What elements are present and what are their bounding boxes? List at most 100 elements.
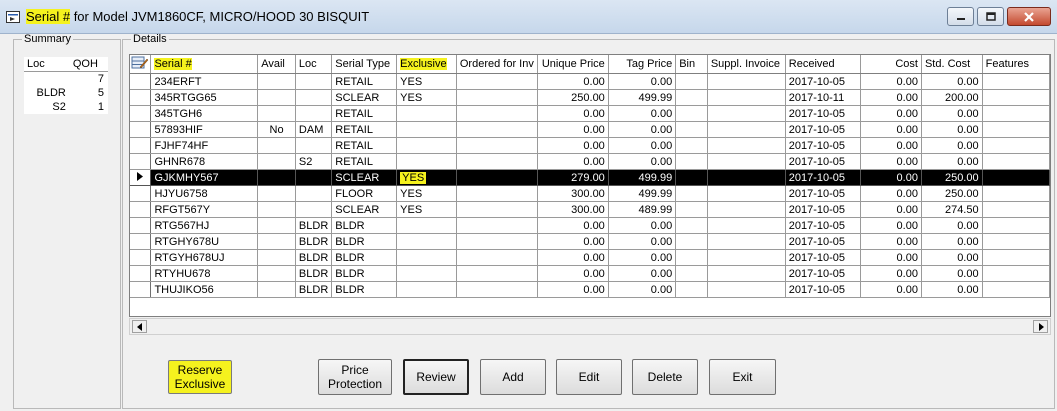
edit-grid-button[interactable] xyxy=(130,55,152,74)
row-selector[interactable] xyxy=(130,137,152,154)
col-received[interactable]: Received xyxy=(785,55,862,74)
col-bin[interactable]: Bin xyxy=(675,55,708,74)
row-selector[interactable] xyxy=(130,249,152,266)
maximize-icon xyxy=(985,12,996,21)
price-protection-button[interactable]: Price Protection xyxy=(318,359,392,395)
table-row[interactable]: GHNR678 S2 RETAIL 0.00 0.00 2017-10-05 0.00 0.0… xyxy=(130,153,1050,170)
row-selector[interactable] xyxy=(130,153,152,170)
summary-row[interactable]: S2 1 xyxy=(24,100,108,114)
cell-ordered-for-inv xyxy=(456,89,538,106)
cell-unique-price: 300.00 xyxy=(537,185,609,202)
table-row[interactable]: HJYU6758 FLOOR YES 300.00 499.99 2017-10-05 0.… xyxy=(130,185,1050,202)
window-title: Serial # for Model JVM1860CF, MICRO/HOOD… xyxy=(26,9,369,24)
row-selector[interactable] xyxy=(130,185,152,202)
details-grid[interactable]: Serial # Avail Loc Serial Type Exclusive… xyxy=(129,54,1051,317)
cell-suppl-invoice xyxy=(707,217,786,234)
cell-suppl-invoice xyxy=(707,201,786,218)
add-button[interactable]: Add xyxy=(480,359,546,395)
cell-cost: 0.00 xyxy=(860,169,922,186)
cell-cost: 0.00 xyxy=(860,249,922,266)
row-selector[interactable] xyxy=(130,201,152,218)
cell-tag-price: 0.00 xyxy=(608,105,677,122)
cell-suppl-invoice xyxy=(707,153,786,170)
cell-ordered-for-inv xyxy=(456,105,538,122)
header-row: Serial # Avail Loc Serial Type Exclusive… xyxy=(130,55,1050,74)
window-title-rest: for Model JVM1860CF, MICRO/HOOD 30 BISQU… xyxy=(70,9,370,24)
cell-serial-type: SCLEAR xyxy=(331,169,398,186)
cell-received: 2017-10-05 xyxy=(785,153,862,170)
cell-std-cost: 200.00 xyxy=(921,89,983,106)
reserve-exclusive-line1: Reserve xyxy=(177,363,223,377)
col-cost[interactable]: Cost xyxy=(860,55,922,74)
col-unique-price[interactable]: Unique Price xyxy=(537,55,609,74)
cell-avail xyxy=(257,265,296,282)
cell-avail xyxy=(257,169,296,186)
horizontal-scrollbar[interactable] xyxy=(129,318,1051,335)
cell-serial: 345RTGG65 xyxy=(150,89,259,106)
delete-button[interactable]: Delete xyxy=(632,359,698,395)
cell-tag-price: 499.99 xyxy=(608,89,677,106)
row-selector[interactable] xyxy=(130,105,152,122)
col-serial[interactable]: Serial # xyxy=(150,55,259,74)
cell-serial-type: SCLEAR xyxy=(331,201,398,218)
cell-features xyxy=(982,233,1050,250)
table-row[interactable]: RTG567HJ BLDR BLDR 0.00 0.00 2017-10-05 0.00 0.… xyxy=(130,217,1050,234)
scroll-left-button[interactable] xyxy=(132,320,147,333)
cell-unique-price: 0.00 xyxy=(537,153,609,170)
table-row[interactable]: GJKMHY567 SCLEAR YES 279.00 499.99 2017-10-05… xyxy=(130,169,1050,186)
table-row[interactable]: 57893HIF No DAM RETAIL 0.00 0.00 2017-10-05 0.0… xyxy=(130,121,1050,138)
cell-received: 2017-10-05 xyxy=(785,121,862,138)
row-selector[interactable] xyxy=(130,73,152,90)
col-tag-price[interactable]: Tag Price xyxy=(608,55,677,74)
cell-received: 2017-10-05 xyxy=(785,137,862,154)
cell-serial-type: BLDR xyxy=(331,217,398,234)
scroll-right-button[interactable] xyxy=(1033,320,1048,333)
col-serial-type[interactable]: Serial Type xyxy=(331,55,398,74)
details-rows: 234ERFT RETAIL YES 0.00 0.00 2017-10-05 0.00 0.… xyxy=(130,73,1050,298)
col-loc[interactable]: Loc xyxy=(295,55,333,74)
close-button[interactable] xyxy=(1007,7,1051,26)
minimize-button[interactable] xyxy=(947,7,974,26)
maximize-button[interactable] xyxy=(977,7,1004,26)
col-avail[interactable]: Avail xyxy=(257,55,296,74)
cell-loc xyxy=(295,185,333,202)
cell-unique-price: 0.00 xyxy=(537,281,609,298)
edit-button[interactable]: Edit xyxy=(556,359,622,395)
cell-bin xyxy=(675,265,708,282)
cell-suppl-invoice xyxy=(707,265,786,282)
cell-avail xyxy=(257,137,296,154)
review-button[interactable]: Review xyxy=(403,359,469,395)
table-row[interactable]: RTGYH678UJ BLDR BLDR 0.00 0.00 2017-10-05 0.00… xyxy=(130,249,1050,266)
row-selector[interactable] xyxy=(130,233,152,250)
table-row[interactable]: THUJIKO56 BLDR BLDR 0.00 0.00 2017-10-05 0.00 0… xyxy=(130,281,1050,298)
cell-features xyxy=(982,265,1050,282)
row-selector[interactable] xyxy=(130,217,152,234)
row-selector[interactable] xyxy=(130,265,152,282)
cell-bin xyxy=(675,249,708,266)
table-row[interactable]: RFGT567Y SCLEAR YES 300.00 489.99 2017-10-05 0… xyxy=(130,201,1050,218)
row-selector[interactable] xyxy=(130,169,152,186)
cell-serial-type: RETAIL xyxy=(331,73,398,90)
col-ordered-for-inv[interactable]: Ordered for Inv xyxy=(456,55,538,74)
summary-row[interactable]: BLDR 5 xyxy=(24,86,108,100)
row-selector[interactable] xyxy=(130,89,152,106)
cell-ordered-for-inv xyxy=(456,265,538,282)
cell-suppl-invoice xyxy=(707,137,786,154)
table-row[interactable]: 345TGH6 RETAIL 0.00 0.00 2017-10-05 0.00 0.00 xyxy=(130,105,1050,122)
exit-button[interactable]: Exit xyxy=(709,359,776,395)
cell-features xyxy=(982,89,1050,106)
col-suppl-invoice[interactable]: Suppl. Invoice xyxy=(707,55,786,74)
row-selector[interactable] xyxy=(130,121,152,138)
table-row[interactable]: FJHF74HF RETAIL 0.00 0.00 2017-10-05 0.00 0.00 xyxy=(130,137,1050,154)
col-exclusive[interactable]: Exclusive xyxy=(396,55,457,74)
table-row[interactable]: RTYHU678 BLDR BLDR 0.00 0.00 2017-10-05 0.00 0.… xyxy=(130,265,1050,282)
col-std-cost[interactable]: Std. Cost xyxy=(921,55,983,74)
summary-row[interactable]: 7 xyxy=(24,72,108,86)
table-row[interactable]: RTGHY678U BLDR BLDR 0.00 0.00 2017-10-05 0.00 0… xyxy=(130,233,1050,250)
col-features[interactable]: Features xyxy=(982,55,1050,74)
table-row[interactable]: 345RTGG65 SCLEAR YES 250.00 499.99 2017-10-11… xyxy=(130,89,1050,106)
cell-loc: S2 xyxy=(295,153,333,170)
row-selector[interactable] xyxy=(130,281,152,298)
reserve-exclusive-button[interactable]: Reserve Exclusive xyxy=(168,360,232,394)
table-row[interactable]: 234ERFT RETAIL YES 0.00 0.00 2017-10-05 0.00 0.… xyxy=(130,73,1050,90)
